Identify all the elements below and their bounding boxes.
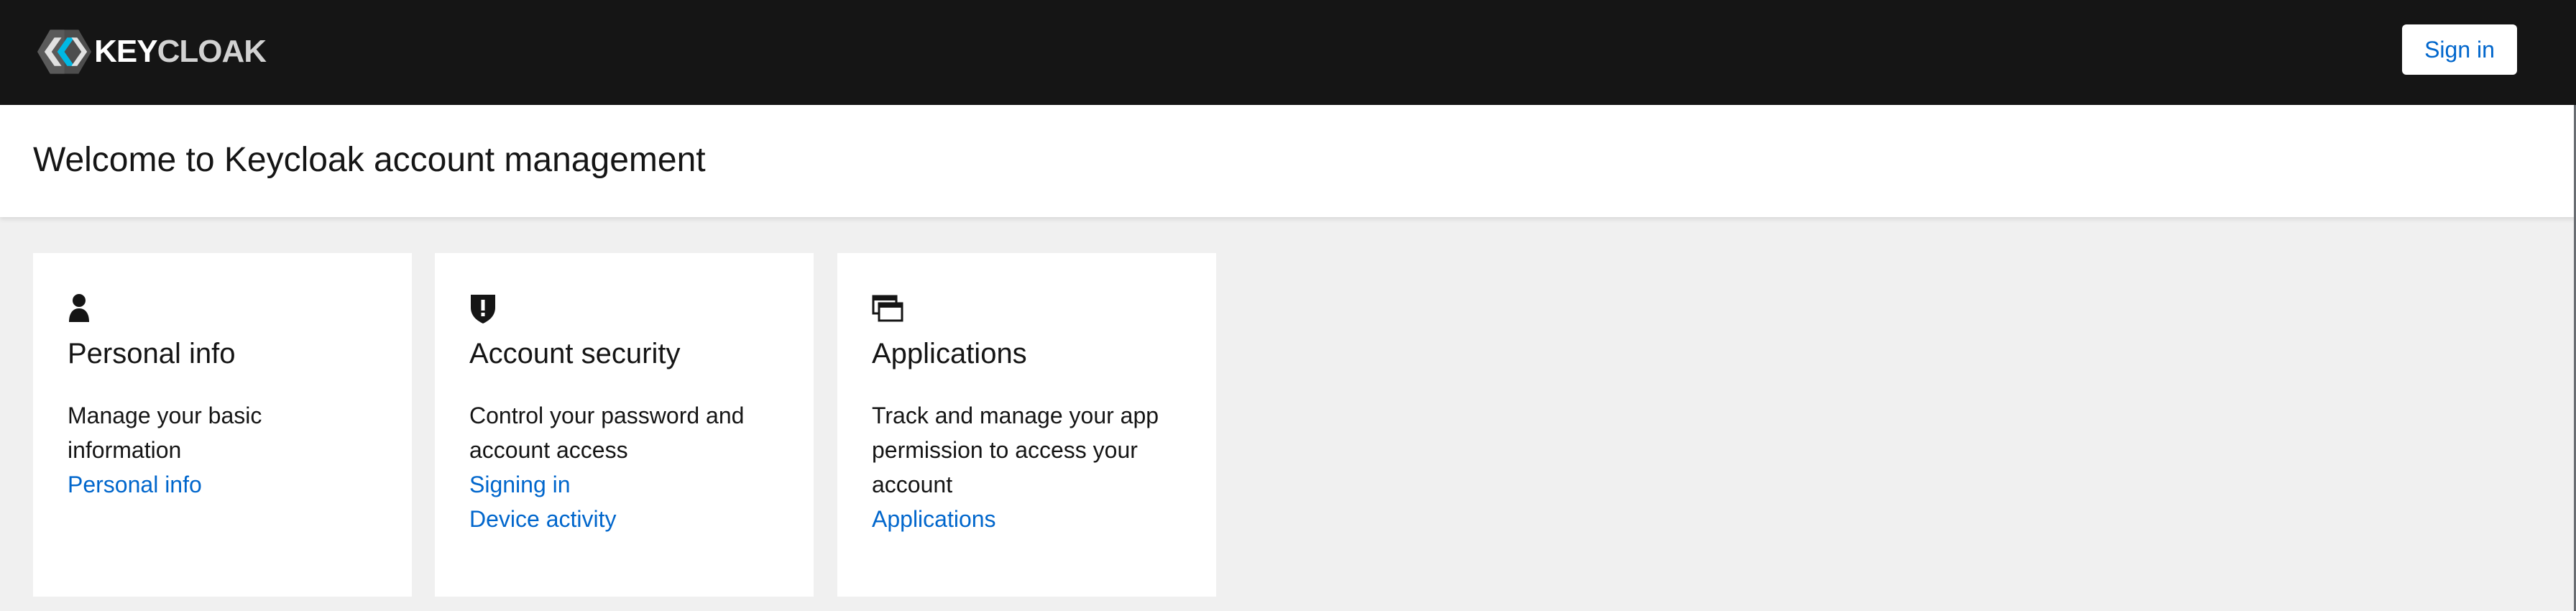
logo-wordmark: KEYCLOAK [94, 34, 267, 69]
page-title: Welcome to Keycloak account management [33, 141, 706, 179]
user-icon [68, 293, 99, 325]
card-description: Control your password and account access [469, 403, 745, 463]
card-title: Account security [469, 338, 681, 369]
device-activity-link[interactable]: Device activity [469, 502, 786, 536]
card-description: Manage your basic information [68, 403, 262, 463]
page-header: Welcome to Keycloak account management [0, 105, 2576, 217]
personal-info-card: Personal info Manage your basic informat… [33, 253, 412, 597]
masthead: KEYCLOAK Sign in [0, 0, 2576, 105]
applications-icon [872, 293, 903, 325]
sign-in-button[interactable]: Sign in [2402, 24, 2517, 75]
card-title: Personal info [68, 338, 236, 369]
applications-link[interactable]: Applications [872, 502, 1188, 536]
card-title: Applications [872, 338, 1027, 369]
card-links: Applications [872, 502, 1188, 536]
personal-info-link[interactable]: Personal info [68, 467, 384, 502]
card-links: Personal info [68, 467, 384, 502]
shield-icon [469, 293, 501, 325]
keycloak-logo[interactable]: KEYCLOAK [36, 27, 267, 76]
account-security-card: Account security Control your password a… [435, 253, 814, 597]
card-description: Track and manage your app permission to … [872, 403, 1159, 497]
card-links: Signing in Device activity [469, 467, 786, 536]
signing-in-link[interactable]: Signing in [469, 467, 786, 502]
applications-card: Applications Track and manage your app p… [837, 253, 1216, 597]
keycloak-logo-icon [37, 29, 92, 74]
